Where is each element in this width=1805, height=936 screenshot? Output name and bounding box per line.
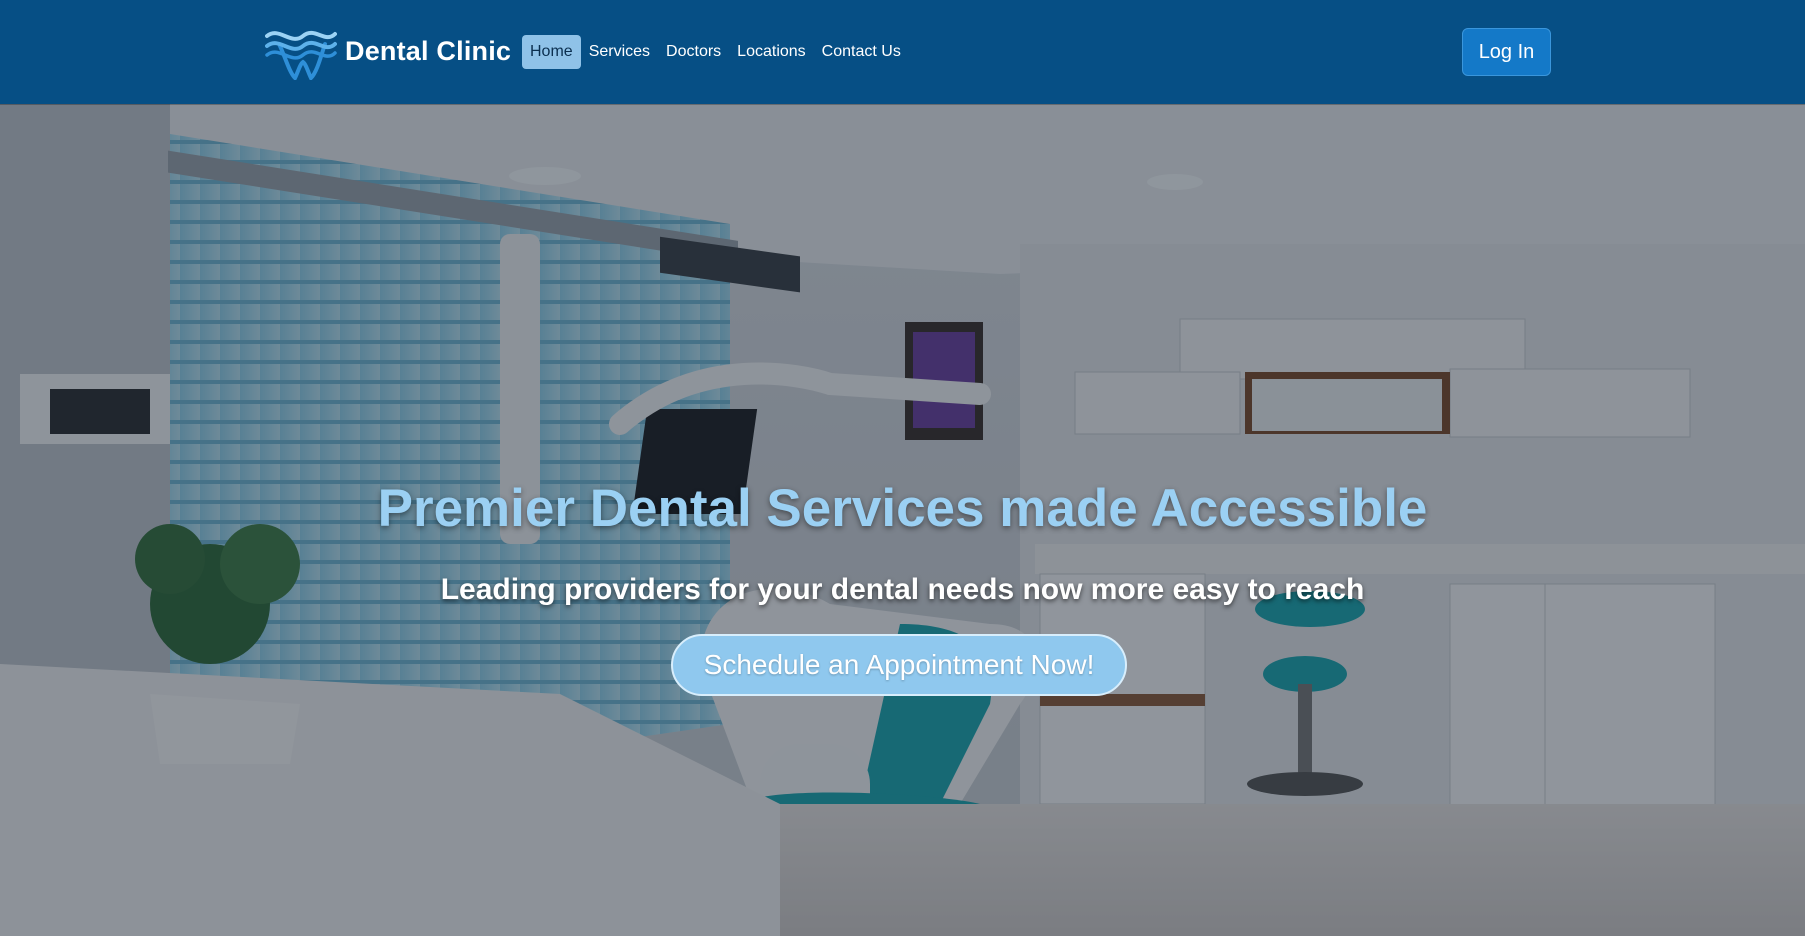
nav-item-home[interactable]: Home: [522, 35, 581, 69]
nav-item-locations[interactable]: Locations: [729, 35, 814, 69]
hero-section: Premier Dental Services made Accessible …: [0, 104, 1805, 936]
brand-link[interactable]: Dental Clinic: [265, 22, 511, 80]
brand-name: Dental Clinic: [345, 35, 512, 66]
main-nav: Home Services Doctors Locations Contact …: [522, 34, 909, 70]
nav-item-doctors[interactable]: Doctors: [658, 35, 729, 69]
nav-item-contact-us[interactable]: Contact Us: [814, 35, 909, 69]
hero-title: Premier Dental Services made Accessible: [377, 479, 1428, 538]
nav-item-services[interactable]: Services: [581, 35, 658, 69]
login-button[interactable]: Log In: [1462, 28, 1551, 76]
tooth-waves-icon: [265, 30, 337, 80]
top-navbar: Dental Clinic Home Services Doctors Loca…: [0, 0, 1805, 104]
hero-content: Premier Dental Services made Accessible …: [0, 104, 1805, 936]
schedule-appointment-button[interactable]: Schedule an Appointment Now!: [671, 634, 1127, 696]
hero-subtitle: Leading providers for your dental needs …: [440, 573, 1365, 606]
